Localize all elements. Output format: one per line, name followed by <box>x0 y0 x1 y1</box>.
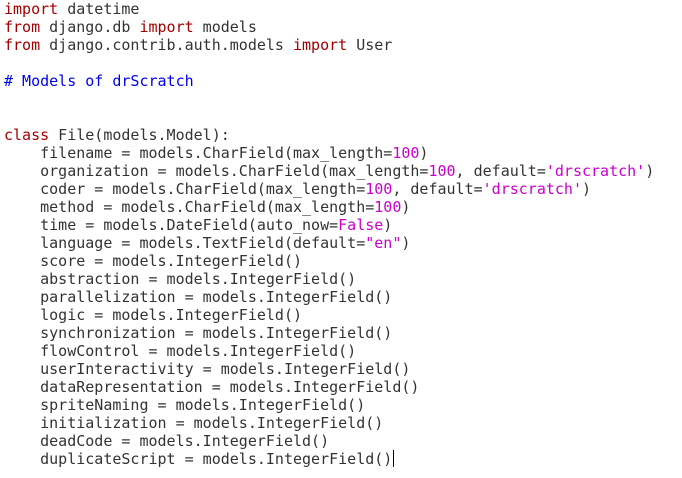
code-token: userInteractivity = models.IntegerField(… <box>4 360 411 378</box>
code-token: ) <box>645 162 655 180</box>
code-line: parallelization = models.IntegerField() <box>4 288 680 306</box>
code-token: ) <box>383 216 393 234</box>
code-token: deadCode = models.IntegerField() <box>4 432 330 450</box>
code-line: dataRepresentation = models.IntegerField… <box>4 378 680 396</box>
code-line: abstraction = models.IntegerField() <box>4 270 680 288</box>
code-line: from django.db import models <box>4 18 680 36</box>
code-token: coder = models.CharField(max_length= <box>4 180 366 198</box>
code-token: initialization = models.IntegerField() <box>4 414 384 432</box>
code-token: spriteNaming = models.IntegerField() <box>4 396 366 414</box>
code-token: synchronization = models.IntegerField() <box>4 324 393 342</box>
code-line: score = models.IntegerField() <box>4 252 680 270</box>
code-line: initialization = models.IntegerField() <box>4 414 680 432</box>
code-token: , default= <box>392 180 483 198</box>
keyword-token: import <box>293 36 348 54</box>
code-token: flowControl = models.IntegerField() <box>4 342 357 360</box>
code-line: spriteNaming = models.IntegerField() <box>4 396 680 414</box>
code-line: synchronization = models.IntegerField() <box>4 324 680 342</box>
code-line: organization = models.CharField(max_leng… <box>4 162 680 180</box>
code-line: from django.contrib.auth.models import U… <box>4 36 680 54</box>
keyword-token: class <box>4 126 50 144</box>
code-token: parallelization = models.IntegerField() <box>4 288 393 306</box>
code-token: dataRepresentation = models.IntegerField… <box>4 378 420 396</box>
keyword-token: import <box>4 0 59 18</box>
code-line: flowControl = models.IntegerField() <box>4 342 680 360</box>
code-token: ) <box>401 198 411 216</box>
code-line: time = models.DateField(auto_now=False) <box>4 216 680 234</box>
literal-token: "en" <box>365 234 402 252</box>
code-line: duplicateScript = models.IntegerField() <box>4 450 680 468</box>
literal-token: 100 <box>392 144 420 162</box>
code-line: language = models.TextField(default="en"… <box>4 234 680 252</box>
code-editor[interactable]: import datetime from django.db import mod… <box>4 0 680 478</box>
code-token: duplicateScript = models.IntegerField() <box>4 450 393 468</box>
code-token: ) <box>419 144 429 162</box>
code-line: userInteractivity = models.IntegerField(… <box>4 360 680 378</box>
code-token: ) <box>581 180 592 198</box>
code-line: filename = models.CharField(max_length=1… <box>4 144 680 162</box>
code-line: class File(models.Model): <box>4 126 680 144</box>
code-token: time = models.DateField(auto_now= <box>4 216 339 234</box>
keyword-token: from <box>4 36 41 54</box>
literal-token: 'drscratch' <box>545 162 646 180</box>
literal-token: 100 <box>365 180 393 198</box>
literal-token: 100 <box>374 198 402 216</box>
code-line: coder = models.CharField(max_length=100,… <box>4 180 680 198</box>
code-line: logic = models.IntegerField() <box>4 306 680 324</box>
code-line: # Models of drScratch <box>4 72 680 90</box>
code-token: organization = models.CharField(max_leng… <box>4 162 429 180</box>
keyword-token: from <box>4 18 41 36</box>
keyword-token: import <box>139 18 194 36</box>
code-token: method = models.CharField(max_length= <box>4 198 375 216</box>
code-token: File(models.Model): <box>49 126 230 144</box>
literal-token: 'drscratch' <box>482 180 582 198</box>
code-token: ) <box>401 234 411 252</box>
code-token: score = models.IntegerField() <box>4 252 303 270</box>
code-token: django.contrib.auth.models <box>40 36 293 54</box>
code-line: deadCode = models.IntegerField() <box>4 432 680 450</box>
code-token: filename = models.CharField(max_length= <box>4 144 393 162</box>
code-token: datetime <box>58 0 140 18</box>
code-token: abstraction = models.IntegerField() <box>4 270 357 288</box>
code-token: User <box>347 36 393 54</box>
comment-token: # Models of drScratch <box>4 72 194 90</box>
code-token: django.db <box>40 18 140 36</box>
literal-token: False <box>338 216 384 234</box>
code-token: , default= <box>455 162 546 180</box>
code-line: import datetime <box>4 0 680 18</box>
code-token: logic = models.IntegerField() <box>4 306 303 324</box>
literal-token: 100 <box>428 162 456 180</box>
text-cursor <box>393 450 395 467</box>
code-token: models <box>193 18 257 36</box>
code-token: language = models.TextField(default= <box>4 234 366 252</box>
code-line: method = models.CharField(max_length=100… <box>4 198 680 216</box>
